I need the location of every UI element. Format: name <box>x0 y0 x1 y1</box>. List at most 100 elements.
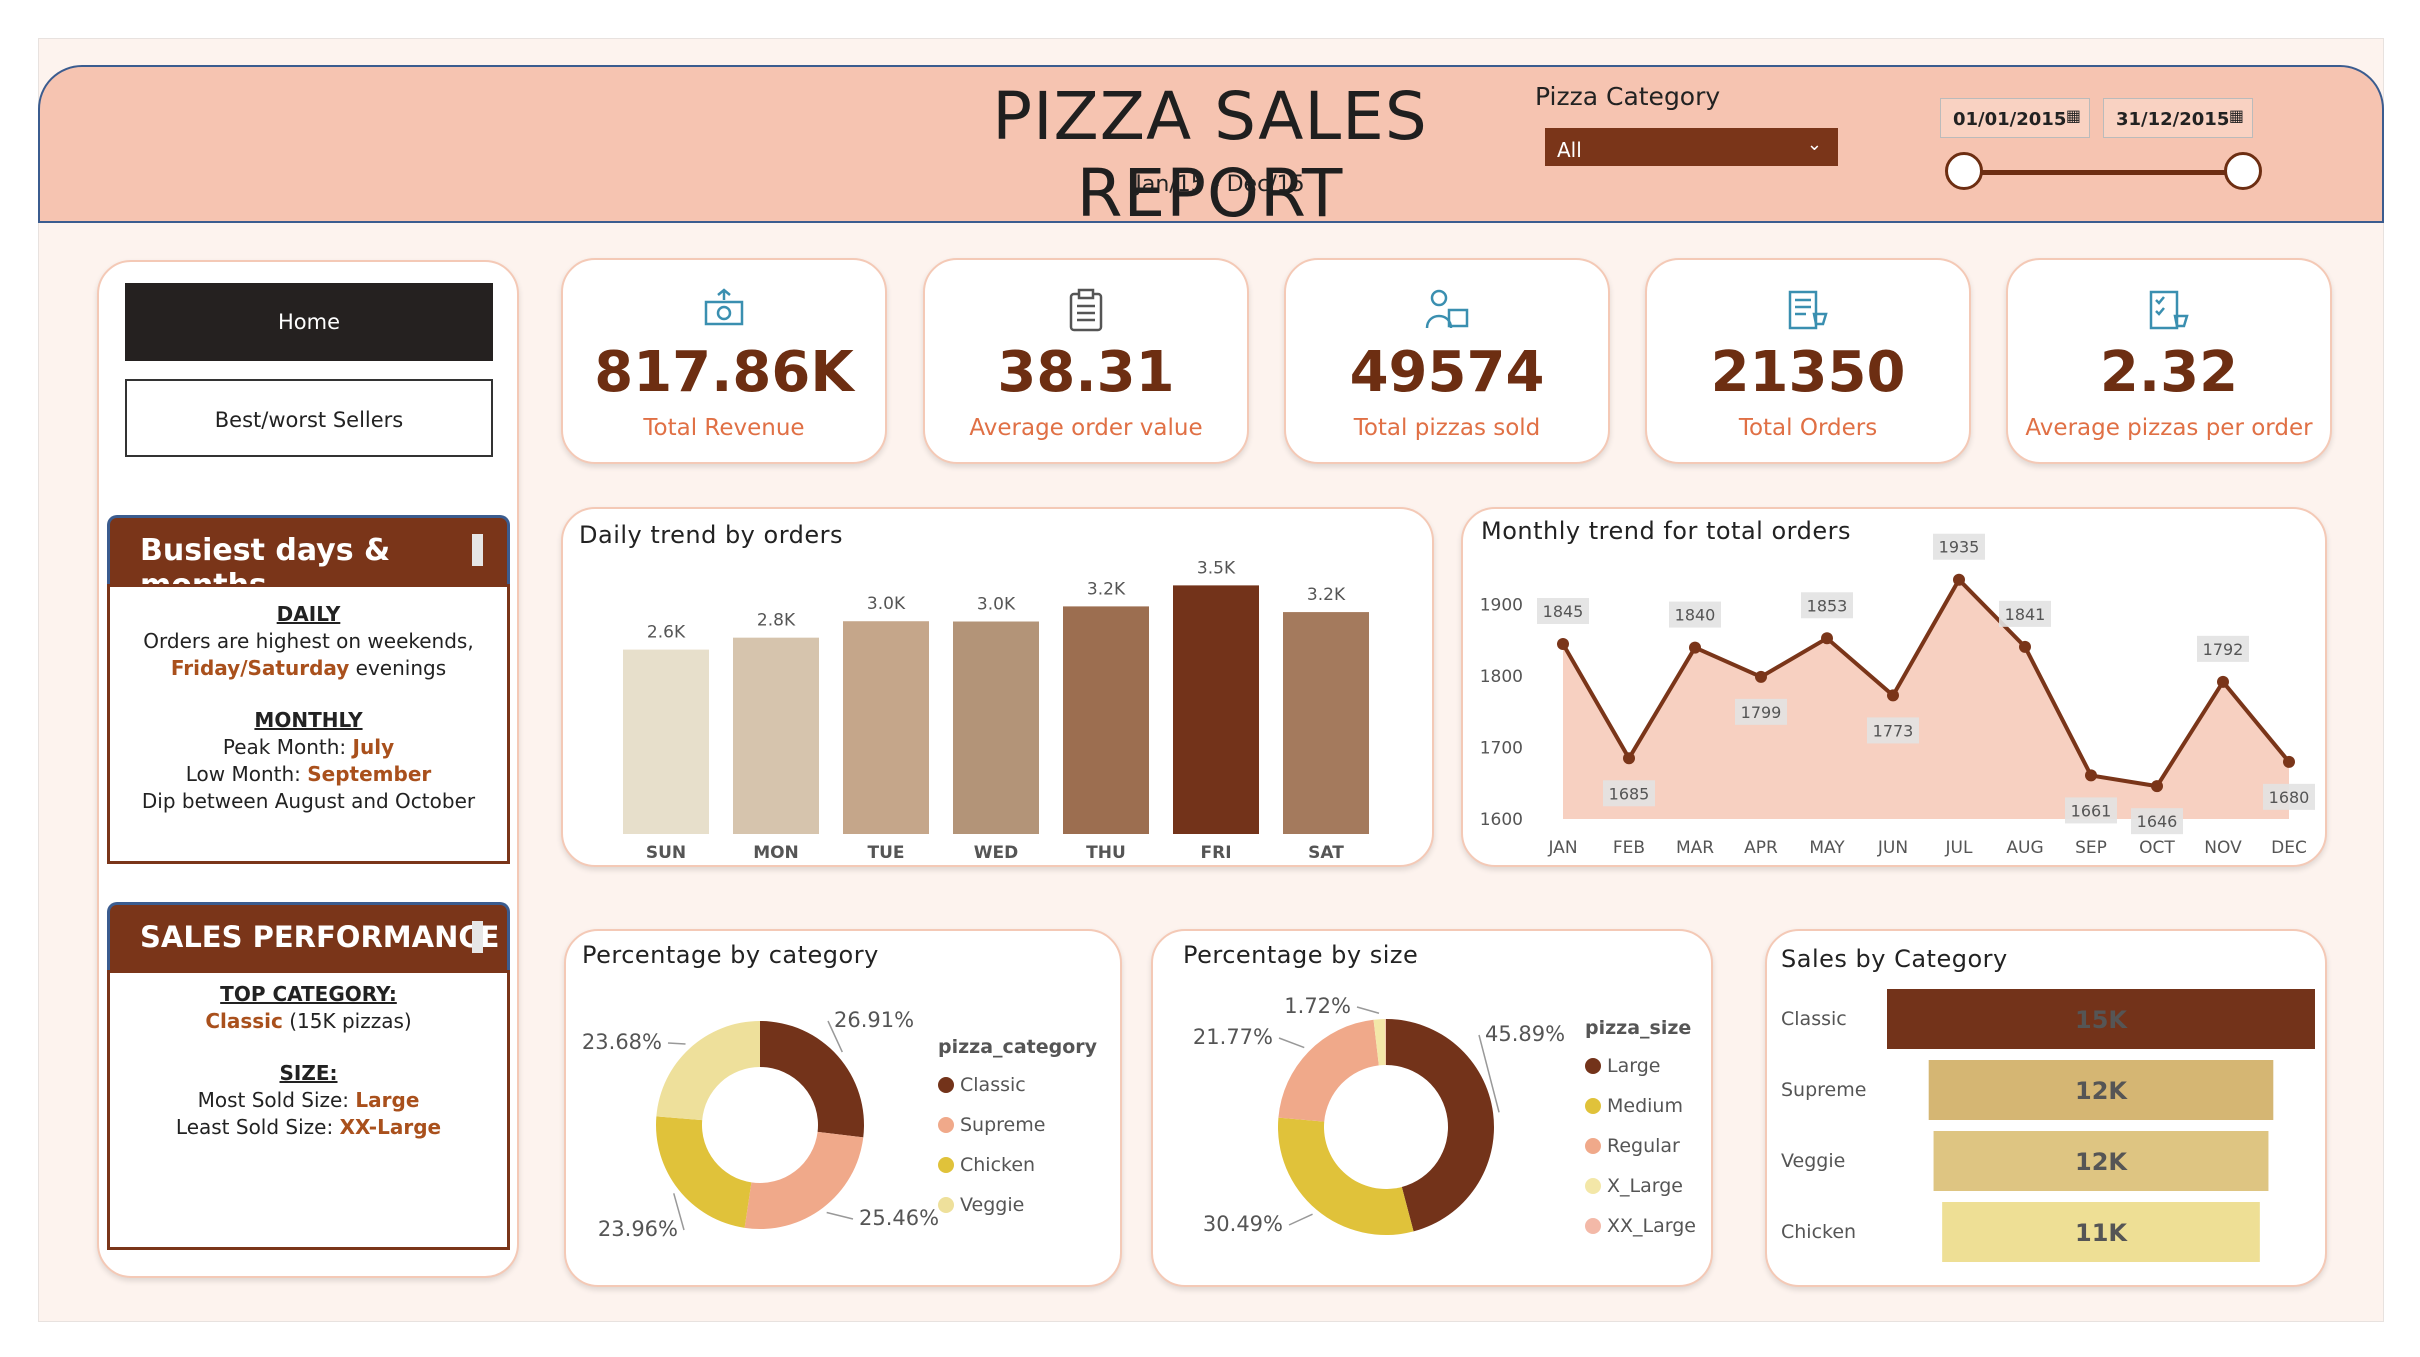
monthly-point <box>2217 675 2229 688</box>
sales-category-label: Chicken <box>1781 1221 1856 1243</box>
donut-leader-line <box>1288 1213 1313 1226</box>
donut-slice <box>656 1116 752 1228</box>
kpi-value: 817.86K <box>594 340 854 405</box>
category-dropdown[interactable]: All ⌄ <box>1545 128 1838 166</box>
daily-tail: evenings <box>355 656 447 680</box>
most-sold-size: Most Sold Size: Large <box>110 1087 507 1114</box>
legend-title: pizza_size <box>1585 1017 1691 1039</box>
sales-bar-label: 12K <box>2075 1148 2128 1176</box>
date-from-input[interactable]: 01/01/2015 ▦ <box>1940 98 2090 138</box>
monthly-y-tick: 1800 <box>1480 667 1523 687</box>
sales-performance-title: SALES PERFORMANCE <box>140 920 500 954</box>
monthly-data-label: 1935 <box>1939 538 1980 557</box>
sales-by-category-chart: 15K Classic 12K Supreme 12K Veggie 11K Chicken <box>1781 989 2315 1262</box>
monthly-point <box>1755 670 1767 683</box>
dashboard-canvas: PIZZA SALES REPORT Jan/15 - Dec/15 Pizza… <box>0 0 2420 1357</box>
daily-bar-label: 3.2K <box>1087 579 1126 599</box>
donut-leader-line <box>1356 1006 1380 1014</box>
legend-item-label: Large <box>1607 1055 1660 1077</box>
busiest-panel-header: Busiest days & months <box>107 515 510 603</box>
legend-item-label: Chicken <box>960 1154 1035 1176</box>
monthly-point <box>1689 641 1701 654</box>
legend-item-label: X_Large <box>1607 1175 1683 1197</box>
monthly-y-tick: 1900 <box>1480 596 1523 616</box>
donut-leader-line <box>826 1211 854 1220</box>
donut-value-label: 1.72% <box>1284 994 1351 1018</box>
monthly-x-tick: JAN <box>1547 838 1577 858</box>
legend-swatch <box>1585 1058 1601 1074</box>
category-donut-card: Percentage by category 26.91% 25.46% 23.96… <box>564 929 1122 1287</box>
legend-swatch <box>1585 1098 1601 1114</box>
date-to-input[interactable]: 31/12/2015 ▦ <box>2103 98 2253 138</box>
daily-bar <box>623 649 709 834</box>
date-slider-track[interactable] <box>1963 170 2243 175</box>
donut-slice <box>1278 1117 1414 1235</box>
monthly-y-tick: 1600 <box>1480 810 1523 830</box>
kpi-value: 49574 <box>1349 340 1545 405</box>
monthly-heading: MONTHLY <box>254 708 363 732</box>
monthly-x-tick: APR <box>1744 838 1778 858</box>
daily-bar-label: 2.6K <box>647 623 686 643</box>
category-filter-label: Pizza Category <box>1535 82 1721 111</box>
monthly-data-label: 1661 <box>2071 801 2112 820</box>
size-donut-chart: 45.89% 30.49% 21.77% 1.72% pizza_size Large Me… <box>1193 994 1696 1237</box>
peak-label: Peak Month: <box>222 735 347 759</box>
top-category-value: Classic <box>205 1009 283 1033</box>
top-category-detail: Classic (15K pizzas) <box>110 1008 507 1035</box>
category-donut-chart: 26.91% 25.46% 23.96% 23.68% pizza_category Cl… <box>582 1008 1098 1241</box>
sales-category-label: Supreme <box>1781 1079 1866 1101</box>
monthly-x-tick: JUL <box>1945 838 1973 858</box>
monthly-point <box>2085 769 2097 782</box>
daily-bar <box>733 637 819 834</box>
date-slider-end-handle[interactable] <box>2224 152 2262 190</box>
date-slider-start-handle[interactable] <box>1945 152 1983 190</box>
monthly-data-label: 1680 <box>2269 788 2310 807</box>
chevron-down-icon: ⌄ <box>1806 134 1822 155</box>
monthly-data-label: 1845 <box>1543 602 1584 621</box>
calendar-icon: ▦ <box>2228 106 2244 125</box>
kpi-label: Average order value <box>969 415 1203 441</box>
date-range-subtitle: Jan/15 - Dec/15 <box>1135 172 1305 197</box>
least-sold-value: XX-Large <box>339 1115 442 1139</box>
kpi-value: 38.31 <box>997 340 1175 405</box>
donut-value-label: 26.91% <box>834 1008 914 1032</box>
daily-bar <box>1063 606 1149 834</box>
kpi-card-average-order-value: 38.31 Average order value <box>923 258 1249 464</box>
daily-trend-card: Daily trend by orders 2.6K SUN 2.8K MON 3.0K… <box>561 507 1434 867</box>
donut-value-label: 23.68% <box>582 1030 662 1054</box>
monthly-x-tick: AUG <box>2006 838 2043 858</box>
kpi-label: Average pizzas per order <box>2025 415 2313 441</box>
kpi-value: 21350 <box>1710 340 1906 405</box>
home-button[interactable]: Home <box>125 283 493 361</box>
donut-slice <box>656 1021 760 1121</box>
monthly-point <box>1887 689 1899 702</box>
order-list-icon <box>1786 288 1830 336</box>
peak-month: Peak Month: July <box>110 734 507 761</box>
kpi-card-total-orders: 21350 Total Orders <box>1645 258 1971 464</box>
legend-item-label: Veggie <box>960 1194 1024 1216</box>
monthly-x-tick: FEB <box>1613 838 1645 858</box>
monthly-x-tick: NOV <box>2204 838 2242 858</box>
size-heading: SIZE: <box>279 1061 338 1085</box>
least-sold-label: Least Sold Size: <box>175 1115 334 1139</box>
monthly-data-label: 1773 <box>1873 721 1914 740</box>
daily-x-tick: THU <box>1086 843 1126 863</box>
date-to-value: 31/12/2015 <box>2116 109 2230 130</box>
most-sold-value: Large <box>355 1088 420 1112</box>
dip-text: Dip between August and October <box>141 789 476 813</box>
daily-x-tick: FRI <box>1200 843 1231 863</box>
monthly-point <box>2283 755 2295 768</box>
monthly-data-label: 1840 <box>1675 606 1716 625</box>
daily-x-tick: WED <box>974 843 1018 863</box>
monthly-data-label: 1792 <box>2203 640 2244 659</box>
donut-value-label: 21.77% <box>1193 1025 1273 1049</box>
monthly-point <box>2019 640 2031 653</box>
least-sold-size: Least Sold Size: XX-Large <box>110 1114 507 1141</box>
monthly-data-label: 1646 <box>2137 812 2178 831</box>
monthly-x-tick: JUN <box>1877 838 1908 858</box>
best-worst-sellers-button[interactable]: Best/worst Sellers <box>125 379 493 457</box>
daily-x-tick: SUN <box>646 843 686 863</box>
monthly-point <box>1623 752 1635 765</box>
low-month: Low Month: September <box>110 761 507 788</box>
kpi-label: Total Orders <box>1738 415 1878 441</box>
